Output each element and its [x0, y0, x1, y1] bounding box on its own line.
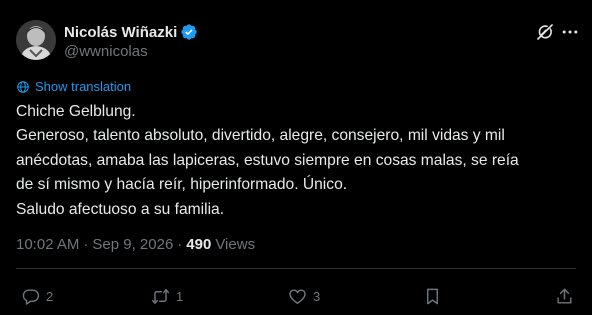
views-label[interactable]: Views [215, 236, 255, 253]
share-button[interactable] [555, 286, 574, 306]
bookmark-icon [427, 288, 438, 304]
avatar[interactable] [16, 20, 56, 60]
reply-count: 2 [46, 288, 54, 304]
author-name-row[interactable]: Nicolás Wiñazki [64, 22, 198, 42]
tweet-line: Chiche Gelblung. [16, 103, 136, 120]
more-icon[interactable] [560, 22, 580, 42]
reply-icon [22, 288, 40, 305]
reply-button[interactable]: 2 [21, 286, 53, 306]
show-translation-link[interactable]: Show translation [16, 79, 131, 94]
meta-separator: · [83, 236, 89, 253]
like-button[interactable]: 3 [288, 286, 320, 306]
translate-icon [17, 80, 29, 93]
share-icon [557, 288, 572, 304]
meta-separator: · [177, 236, 183, 253]
like-icon [289, 288, 306, 304]
tweet-line: de sí mismo y hacía reír, hiperinformado… [16, 176, 348, 194]
repost-icon [151, 288, 170, 304]
author-handle[interactable]: @wwnicolas [64, 43, 148, 60]
show-translation-label[interactable]: Show translation [35, 79, 131, 94]
tweet-line: anécdotas, amaba las lapiceras, estuvo s… [16, 151, 519, 169]
tweet-line: Generoso, talento absoluto, divertido, a… [16, 127, 505, 145]
repost-count: 1 [176, 288, 184, 304]
grok-icon[interactable] [535, 22, 555, 42]
tweet-text: Chiche Gelblung. Generoso, talento absol… [16, 100, 576, 222]
tweet-time[interactable]: 10:02 AM [16, 236, 79, 253]
author-name[interactable]: Nicolás Wiñazki [64, 24, 177, 41]
like-count: 3 [313, 288, 321, 304]
divider [16, 268, 576, 269]
tweet-meta: 10:02 AM · Sep 9, 2026 · 490 Views [16, 236, 255, 253]
verified-badge-icon[interactable] [180, 23, 198, 41]
tweet-date[interactable]: Sep 9, 2026 [92, 236, 173, 253]
repost-button[interactable]: 1 [151, 286, 183, 306]
tweet-line: Saludo afectuoso a su familia. [16, 200, 225, 218]
views-count[interactable]: 490 [186, 236, 211, 253]
bookmark-button[interactable] [423, 286, 442, 306]
